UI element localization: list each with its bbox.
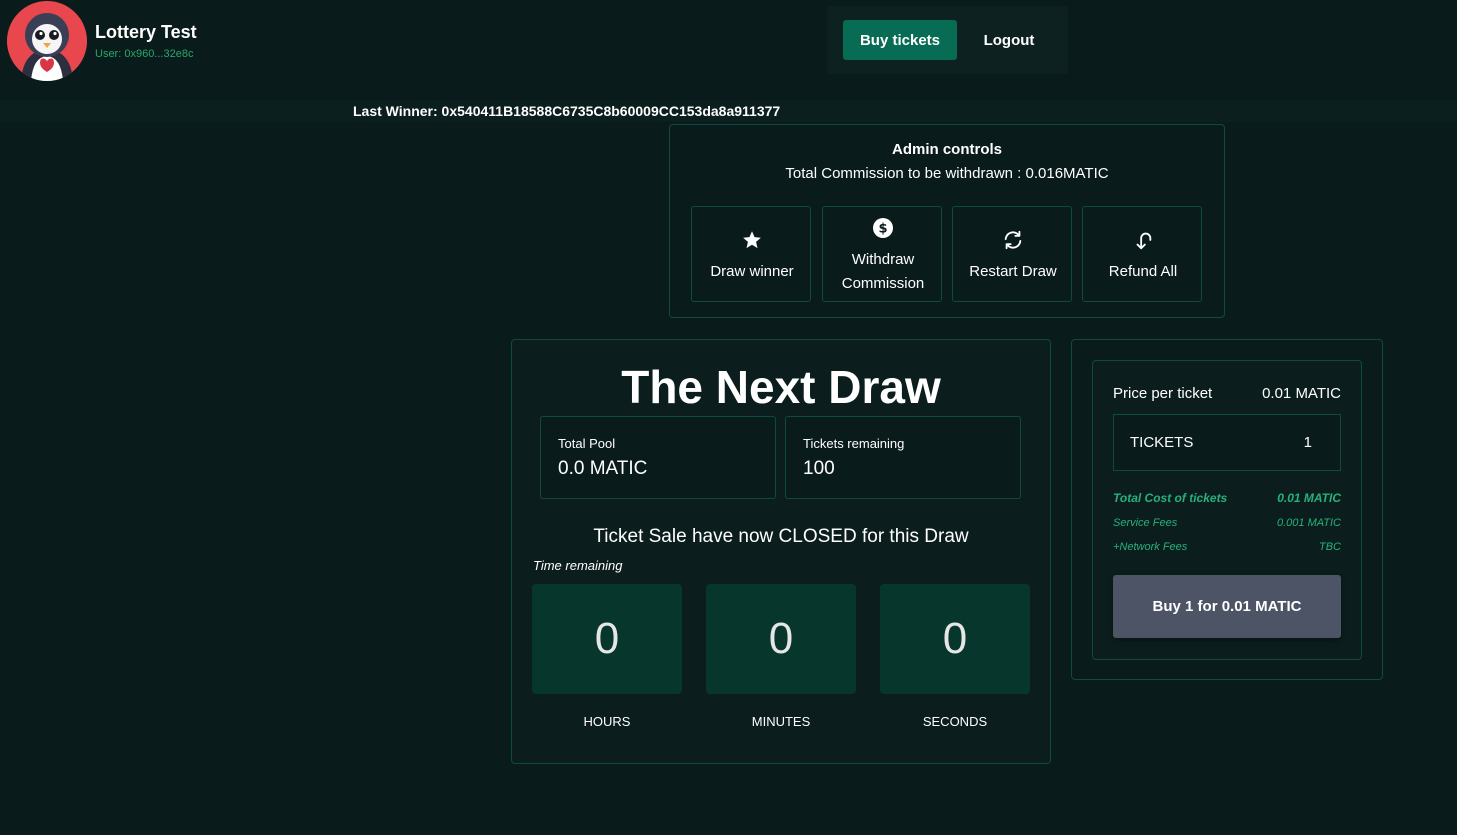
seconds-value: 0: [880, 584, 1030, 694]
draw-winner-button[interactable]: Draw winner: [691, 206, 811, 302]
price-per-ticket-value: 0.01 MATIC: [1262, 385, 1341, 402]
seconds-label: SECONDS: [922, 714, 988, 729]
buy-tickets-nav-button[interactable]: Buy tickets: [843, 20, 957, 60]
total-cost-value: 0.01 MATIC: [1277, 491, 1341, 505]
tickets-label: TICKETS: [1130, 434, 1194, 451]
buy-tickets-submit-button[interactable]: Buy 1 for 0.01 MATIC: [1113, 575, 1341, 638]
total-pool-card: Total Pool 0.0 MATIC: [540, 416, 776, 499]
network-fees-value: TBC: [1319, 541, 1341, 553]
tickets-quantity-input[interactable]: [1244, 427, 1312, 457]
minutes-value: 0: [706, 584, 856, 694]
withdraw-label-line2: Commission: [841, 275, 925, 292]
last-winner-text: Last Winner: 0x540411B18588C6735C8b60009…: [353, 103, 781, 119]
svg-text:$: $: [878, 222, 887, 237]
draw-title: The Next Draw: [621, 361, 941, 413]
draw-winner-label: Draw winner: [710, 263, 794, 280]
price-per-ticket-label: Price per ticket: [1113, 385, 1213, 402]
hours-label: HOURS: [583, 714, 631, 729]
header: Lottery Test User: 0x960...32e8c Buy tic…: [0, 0, 1457, 100]
app-title: Lottery Test: [95, 22, 197, 42]
purchase-panel: Price per ticket 0.01 MATIC TICKETS Tota…: [1071, 339, 1383, 680]
tickets-remaining-value: 100: [803, 458, 835, 479]
dollar-circle-icon: $: [823, 218, 943, 238]
purchase-card: Price per ticket 0.01 MATIC TICKETS Tota…: [1092, 360, 1362, 660]
time-remaining-label: Time remaining: [533, 558, 623, 573]
network-fees-label: +Network Fees: [1113, 541, 1188, 553]
withdraw-commission-button[interactable]: $ Withdraw Commission: [822, 206, 942, 302]
hours-value: 0: [532, 584, 682, 694]
next-draw-panel: The Next Draw Total Pool 0.0 MATIC Ticke…: [511, 339, 1051, 764]
logout-button[interactable]: Logout: [969, 20, 1049, 60]
refund-all-button[interactable]: Refund All: [1082, 206, 1202, 302]
admin-controls-panel: Admin controls Total Commission to be wi…: [669, 124, 1225, 318]
restart-draw-label: Restart Draw: [969, 263, 1057, 280]
minutes-label: MINUTES: [751, 714, 811, 729]
service-fees-label: Service Fees: [1113, 517, 1178, 529]
service-fees-value: 0.001 MATIC: [1277, 517, 1341, 529]
penguin-avatar-icon: [7, 1, 87, 81]
refresh-icon: [953, 229, 1073, 251]
tickets-remaining-label: Tickets remaining: [803, 436, 905, 451]
undo-arrow-icon: [1083, 229, 1203, 251]
refund-all-label: Refund All: [1108, 263, 1178, 280]
total-pool-value: 0.0 MATIC: [558, 458, 648, 479]
withdraw-label-line1: Withdraw: [851, 251, 915, 268]
restart-draw-button[interactable]: Restart Draw: [952, 206, 1072, 302]
total-cost-label: Total Cost of tickets: [1113, 491, 1228, 505]
total-pool-label: Total Pool: [558, 436, 616, 451]
user-address: User: 0x960...32e8c: [95, 48, 194, 60]
admin-title: Admin controls: [891, 141, 1002, 158]
sale-status-text: Ticket Sale have now CLOSED for this Dra…: [593, 526, 969, 547]
top-nav: Buy tickets Logout: [827, 6, 1068, 74]
commission-text: Total Commission to be withdrawn : 0.016…: [785, 165, 1109, 182]
tickets-remaining-card: Tickets remaining 100: [785, 416, 1021, 499]
tickets-field: TICKETS: [1113, 414, 1341, 471]
star-icon: [692, 229, 812, 251]
